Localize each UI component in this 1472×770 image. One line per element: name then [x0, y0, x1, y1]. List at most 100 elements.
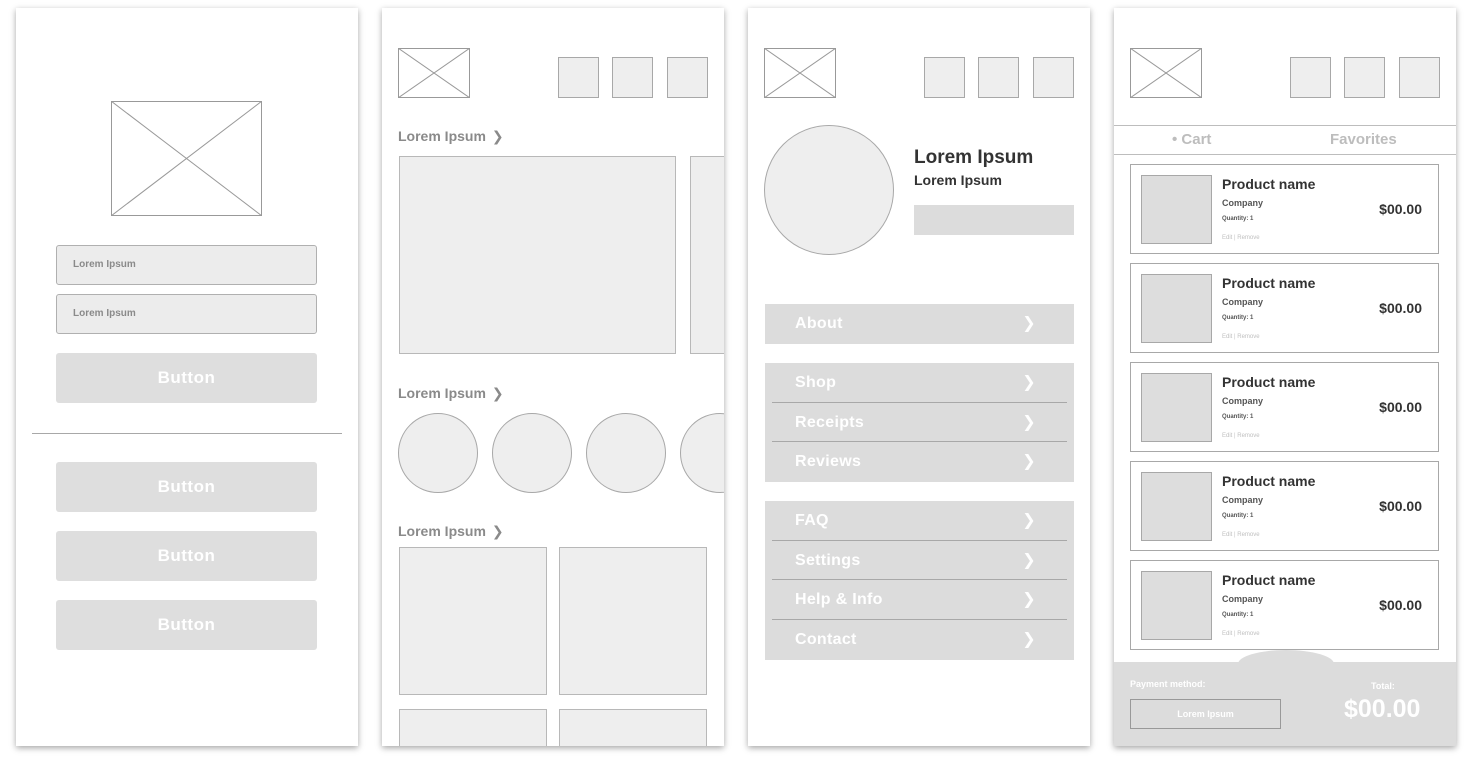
- remove-link[interactable]: Remove: [1237, 532, 1259, 538]
- edit-link[interactable]: Edit: [1222, 334, 1232, 340]
- product-quantity: Quantity: 1: [1222, 414, 1254, 420]
- menu-item-shop[interactable]: Shop ❯: [765, 363, 1074, 403]
- grid-tile-4[interactable]: [559, 709, 707, 746]
- grid-tile-2[interactable]: [559, 547, 707, 695]
- profile-name: Lorem Ipsum: [914, 147, 1034, 168]
- tab-cart[interactable]: • Cart: [1172, 131, 1211, 148]
- section-title: Lorem Ipsum: [398, 523, 486, 539]
- menu-item-label: FAQ: [795, 512, 829, 529]
- edit-link[interactable]: Edit: [1222, 433, 1232, 439]
- payment-method-select[interactable]: Lorem Ipsum: [1130, 699, 1281, 729]
- chevron-right-icon: ❯: [1022, 551, 1036, 569]
- menu-item-faq[interactable]: FAQ ❯: [765, 501, 1074, 541]
- login-screen: Lorem Ipsum Lorem Ipsum Button Button Bu…: [16, 8, 358, 746]
- chevron-right-icon: ❯: [491, 385, 504, 401]
- profile-subtitle: Lorem Ipsum: [914, 172, 1002, 188]
- product-quantity: Quantity: 1: [1222, 315, 1254, 321]
- product-company: Company: [1222, 396, 1264, 406]
- menu-item-label: Contact: [795, 631, 857, 649]
- remove-link[interactable]: Remove: [1237, 433, 1259, 439]
- chevron-right-icon: ❯: [491, 128, 504, 144]
- checkout-footer: Payment method: Lorem Ipsum Total: $00.0…: [1114, 662, 1456, 746]
- cart-item[interactable]: Product name Company Quantity: 1 Edit | …: [1130, 461, 1439, 551]
- menu-item-receipts[interactable]: Receipts ❯: [765, 403, 1074, 443]
- product-thumbnail: [1141, 274, 1212, 343]
- menu-item-settings[interactable]: Settings ❯: [765, 541, 1074, 581]
- featured-card-next[interactable]: [690, 156, 724, 354]
- remove-link[interactable]: Remove: [1237, 631, 1259, 637]
- cart-item[interactable]: Product name Company Quantity: 1 Edit | …: [1130, 560, 1439, 650]
- cart-item[interactable]: Product name Company Quantity: 1 Edit | …: [1130, 164, 1439, 254]
- menu-item-contact[interactable]: Contact ❯: [765, 620, 1074, 660]
- category-circle-3[interactable]: [586, 413, 666, 493]
- product-thumbnail: [1141, 472, 1212, 541]
- grid-tile-1[interactable]: [399, 547, 547, 695]
- header-button-2[interactable]: [1344, 57, 1385, 98]
- chevron-right-icon: ❯: [1022, 512, 1036, 529]
- profile-action-bar[interactable]: [914, 205, 1074, 235]
- menu-item-label: Shop: [795, 374, 837, 391]
- chevron-right-icon: ❯: [1022, 315, 1036, 332]
- menu-group-3: FAQ ❯ Settings ❯ Help & Info ❯ Contact ❯: [765, 501, 1074, 660]
- grid-tile-3[interactable]: [399, 709, 547, 746]
- menu-item-about[interactable]: About ❯: [765, 304, 1074, 344]
- product-thumbnail: [1141, 175, 1212, 244]
- menu-item-label: Help & Info: [795, 591, 883, 609]
- header-button-3[interactable]: [1399, 57, 1440, 98]
- section-header-2[interactable]: Lorem Ipsum ❯: [398, 385, 504, 402]
- header-button-1[interactable]: [1290, 57, 1331, 98]
- login-button[interactable]: Button: [56, 353, 317, 403]
- product-price: $00.00: [1379, 597, 1422, 613]
- logo-image-placeholder-icon: [764, 48, 836, 98]
- alt-button-3[interactable]: Button: [56, 600, 317, 650]
- category-circle-2[interactable]: [492, 413, 572, 493]
- product-actions: Edit | Remove: [1222, 334, 1260, 340]
- product-name: Product name: [1222, 374, 1316, 390]
- menu-item-help-info[interactable]: Help & Info ❯: [765, 580, 1074, 620]
- section-header-1[interactable]: Lorem Ipsum ❯: [398, 128, 504, 145]
- featured-card[interactable]: [399, 156, 676, 354]
- header-button-3[interactable]: [1033, 57, 1074, 98]
- edit-link[interactable]: Edit: [1222, 631, 1232, 637]
- product-name: Product name: [1222, 275, 1316, 291]
- menu-item-label: Settings: [795, 551, 861, 569]
- menu-item-label: About: [795, 315, 843, 332]
- alt-button-1[interactable]: Button: [56, 462, 317, 512]
- remove-link[interactable]: Remove: [1237, 334, 1259, 340]
- username-field[interactable]: Lorem Ipsum: [56, 245, 317, 285]
- logo-image-placeholder-icon: [111, 101, 262, 216]
- header-button-2[interactable]: [612, 57, 653, 98]
- cart-tabs: • Cart Favorites: [1114, 125, 1456, 155]
- avatar[interactable]: [764, 125, 894, 255]
- section-header-3[interactable]: Lorem Ipsum ❯: [398, 523, 504, 540]
- cart-item[interactable]: Product name Company Quantity: 1 Edit | …: [1130, 263, 1439, 353]
- menu-item-label: Receipts: [795, 413, 865, 431]
- menu-item-reviews[interactable]: Reviews ❯: [765, 442, 1074, 482]
- product-quantity: Quantity: 1: [1222, 513, 1254, 519]
- header-button-1[interactable]: [924, 57, 965, 98]
- product-price: $00.00: [1379, 498, 1422, 514]
- menu-group-1: About ❯: [765, 304, 1074, 344]
- edit-link[interactable]: Edit: [1222, 235, 1232, 241]
- header-button-1[interactable]: [558, 57, 599, 98]
- remove-link[interactable]: Remove: [1237, 235, 1259, 241]
- total-label: Total:: [1371, 681, 1395, 691]
- section-title: Lorem Ipsum: [398, 385, 486, 401]
- alt-button-2[interactable]: Button: [56, 531, 317, 581]
- header-button-2[interactable]: [978, 57, 1019, 98]
- product-actions: Edit | Remove: [1222, 235, 1260, 241]
- cart-item[interactable]: Product name Company Quantity: 1 Edit | …: [1130, 362, 1439, 452]
- category-circle-1[interactable]: [398, 413, 478, 493]
- menu-item-label: Reviews: [795, 453, 862, 471]
- edit-link[interactable]: Edit: [1222, 532, 1232, 538]
- product-company: Company: [1222, 198, 1264, 208]
- tab-favorites[interactable]: Favorites: [1330, 131, 1397, 148]
- product-thumbnail: [1141, 373, 1212, 442]
- header-button-3[interactable]: [667, 57, 708, 98]
- logo-image-placeholder-icon: [398, 48, 470, 98]
- product-quantity: Quantity: 1: [1222, 612, 1254, 618]
- category-circle-4[interactable]: [680, 413, 724, 493]
- home-screen: Lorem Ipsum ❯ Lorem Ipsum ❯ Lorem Ipsum ❯: [382, 8, 724, 746]
- chevron-right-icon: ❯: [491, 523, 504, 539]
- password-field[interactable]: Lorem Ipsum: [56, 294, 317, 334]
